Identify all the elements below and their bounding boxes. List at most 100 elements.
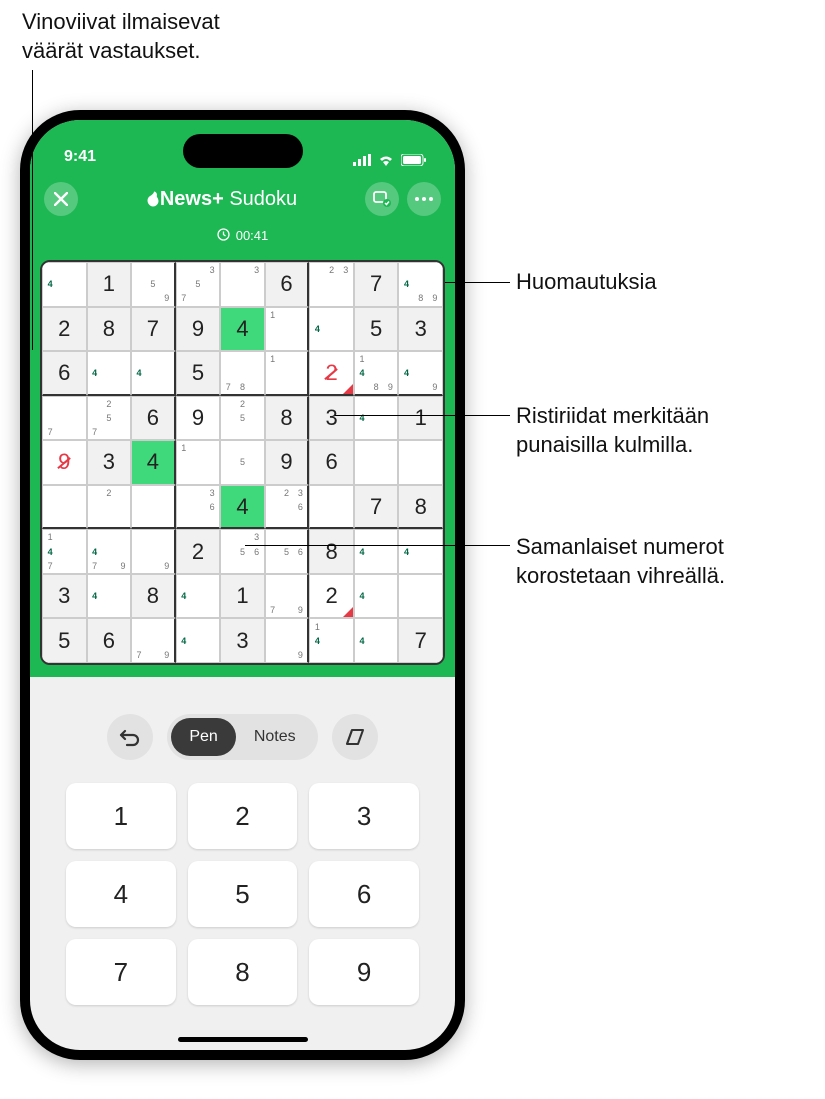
cell[interactable] (42, 485, 87, 530)
cell[interactable] (131, 485, 176, 530)
pen-mode-button[interactable]: Pen (171, 718, 235, 756)
key-1[interactable]: 1 (66, 783, 176, 849)
cell[interactable]: 4 (220, 307, 265, 352)
cell[interactable]: 3 (87, 440, 132, 485)
cell[interactable]: 9 (265, 618, 310, 663)
cell[interactable]: 489 (398, 262, 443, 307)
cell[interactable]: 479 (87, 529, 132, 574)
cell[interactable]: 9 (176, 396, 221, 441)
cell[interactable]: 8 (265, 396, 310, 441)
cell[interactable]: 7 (354, 485, 399, 530)
cell[interactable] (398, 440, 443, 485)
cell[interactable]: 2 (87, 485, 132, 530)
cell[interactable]: 56 (265, 529, 310, 574)
key-8[interactable]: 8 (188, 939, 298, 1005)
cell[interactable]: 1 (176, 440, 221, 485)
cell[interactable]: 147 (42, 529, 87, 574)
cell[interactable]: 49 (398, 351, 443, 396)
cell[interactable]: 4 (87, 351, 132, 396)
more-button[interactable] (407, 182, 441, 216)
cell[interactable]: 1489 (354, 351, 399, 396)
cell[interactable]: 2 (42, 307, 87, 352)
cell[interactable]: 4 (354, 618, 399, 663)
cell[interactable]: 4 (176, 618, 221, 663)
cell[interactable]: 3 (42, 574, 87, 619)
cell[interactable]: 6 (265, 262, 310, 307)
phone-frame: 9:41 News+ Sudoku (20, 110, 465, 1060)
cell[interactable]: 23 (309, 262, 354, 307)
cell[interactable]: 7 (42, 396, 87, 441)
cell[interactable]: 4 (42, 262, 87, 307)
cell[interactable]: 1 (265, 351, 310, 396)
cell[interactable]: 9 (265, 440, 310, 485)
key-3[interactable]: 3 (309, 783, 419, 849)
cell[interactable]: 79 (265, 574, 310, 619)
key-7[interactable]: 7 (66, 939, 176, 1005)
cell[interactable]: 6 (42, 351, 87, 396)
cell[interactable]: 3 (220, 618, 265, 663)
erase-button[interactable] (332, 714, 378, 760)
cell[interactable]: 8 (131, 574, 176, 619)
close-button[interactable] (44, 182, 78, 216)
cell[interactable]: 4 (354, 529, 399, 574)
cell[interactable]: 2 (176, 529, 221, 574)
cell[interactable]: 7 (131, 307, 176, 352)
cell[interactable]: 4 (309, 307, 354, 352)
cell[interactable]: 8 (87, 307, 132, 352)
cell[interactable]: 1 (265, 307, 310, 352)
cell[interactable]: 8 (309, 529, 354, 574)
cell[interactable]: 5 (220, 440, 265, 485)
cell[interactable]: 9 (176, 307, 221, 352)
cell[interactable]: 6 (309, 440, 354, 485)
cell[interactable]: 25 (220, 396, 265, 441)
key-4[interactable]: 4 (66, 861, 176, 927)
cell[interactable]: 2 (309, 351, 354, 396)
cell[interactable]: 4 (131, 351, 176, 396)
callout-line (32, 70, 33, 350)
cell[interactable]: 3 (220, 262, 265, 307)
cell[interactable]: 4 (220, 485, 265, 530)
cell[interactable]: 4 (176, 574, 221, 619)
cell[interactable]: 4 (87, 574, 132, 619)
cell[interactable]: 5 (354, 307, 399, 352)
cell[interactable]: 9 (131, 529, 176, 574)
cell[interactable]: 5 (176, 351, 221, 396)
cell[interactable]: 357 (176, 262, 221, 307)
cell[interactable]: 59 (131, 262, 176, 307)
cell[interactable]: 4 (354, 396, 399, 441)
key-2[interactable]: 2 (188, 783, 298, 849)
cell[interactable]: 356 (220, 529, 265, 574)
multiplayer-button[interactable] (365, 182, 399, 216)
cell[interactable] (398, 574, 443, 619)
cell[interactable] (354, 440, 399, 485)
cell[interactable]: 1 (398, 396, 443, 441)
key-9[interactable]: 9 (309, 939, 419, 1005)
cell[interactable]: 4 (398, 529, 443, 574)
cell[interactable]: 4 (131, 440, 176, 485)
cell[interactable]: 7 (354, 262, 399, 307)
cell[interactable]: 6 (87, 618, 132, 663)
cell[interactable]: 6 (131, 396, 176, 441)
cell[interactable]: 236 (265, 485, 310, 530)
cell[interactable]: 257 (87, 396, 132, 441)
sudoku-board[interactable]: 4159357362374892879414536445781214894972… (40, 260, 445, 665)
cell[interactable]: 36 (176, 485, 221, 530)
cell[interactable]: 2 (309, 574, 354, 619)
cell[interactable]: 7 (398, 618, 443, 663)
cell[interactable]: 8 (398, 485, 443, 530)
cell[interactable]: 9 (42, 440, 87, 485)
key-5[interactable]: 5 (188, 861, 298, 927)
cell[interactable]: 4 (354, 574, 399, 619)
cell[interactable]: 5 (42, 618, 87, 663)
key-6[interactable]: 6 (309, 861, 419, 927)
cell[interactable]: 3 (398, 307, 443, 352)
cell[interactable]: 1 (220, 574, 265, 619)
cell[interactable]: 1 (87, 262, 132, 307)
cell[interactable] (309, 485, 354, 530)
undo-button[interactable] (107, 714, 153, 760)
notes-mode-button[interactable]: Notes (236, 718, 314, 756)
cell[interactable]: 79 (131, 618, 176, 663)
cell[interactable]: 78 (220, 351, 265, 396)
cell[interactable]: 3 (309, 396, 354, 441)
cell[interactable]: 14 (309, 618, 354, 663)
